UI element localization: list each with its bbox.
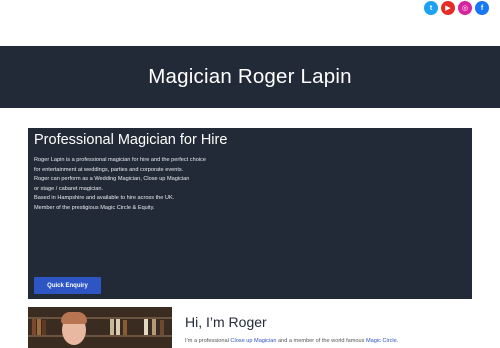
instagram-icon[interactable]: ◎ bbox=[458, 1, 472, 15]
hero-panel: Professional Magician for Hire Roger Lap… bbox=[28, 128, 472, 299]
book-decoration bbox=[37, 319, 41, 335]
hero-line: Based in Hampshire and available to hire… bbox=[34, 195, 175, 202]
person-hair bbox=[61, 312, 87, 324]
book-decoration bbox=[116, 319, 120, 335]
intro-text: I’m a professional Close up Magician and… bbox=[185, 338, 398, 344]
site-title[interactable]: Magician Roger Lapin bbox=[148, 65, 351, 89]
intro-text-middle: and a member of the world famous bbox=[276, 338, 366, 344]
book-decoration bbox=[32, 319, 36, 335]
intro-text-end: . bbox=[396, 338, 399, 344]
book-decoration bbox=[152, 319, 156, 335]
hero-description: Roger Lapin is a professional magician f… bbox=[34, 156, 206, 214]
hero-line: Roger can perform as a Wedding Magician,… bbox=[34, 176, 190, 183]
hero-line: Member of the prestigious Magic Circle &… bbox=[34, 204, 155, 211]
book-decoration bbox=[160, 320, 164, 335]
hero-line: or stage / cabaret magician. bbox=[34, 185, 104, 192]
book-decoration bbox=[42, 320, 46, 335]
twitter-icon[interactable]: t bbox=[424, 1, 438, 15]
intro-title: Hi, I’m Roger bbox=[185, 314, 267, 330]
bookshelf-decoration bbox=[28, 317, 172, 319]
close-up-magician-link[interactable]: Close up Magician bbox=[230, 338, 276, 344]
site-header: Magician Roger Lapin bbox=[0, 46, 500, 108]
hero-title: Professional Magician for Hire bbox=[34, 132, 228, 148]
bookshelf-decoration bbox=[28, 335, 172, 337]
book-decoration bbox=[123, 320, 127, 335]
quick-enquiry-button[interactable]: Quick Enquiry bbox=[34, 277, 101, 294]
hero-line: Roger Lapin is a professional magician f… bbox=[34, 157, 206, 163]
youtube-icon[interactable]: ▶ bbox=[441, 1, 455, 15]
magic-circle-link[interactable]: Magic Circle bbox=[366, 338, 397, 344]
book-decoration bbox=[144, 319, 148, 335]
intro-text-start: I’m a professional bbox=[185, 338, 231, 344]
hero-line: for entertainment at weddings, parties a… bbox=[34, 166, 184, 173]
roger-photo bbox=[28, 307, 172, 348]
book-decoration bbox=[110, 319, 114, 335]
facebook-icon[interactable]: f bbox=[475, 1, 489, 15]
social-icons: t ▶ ◎ f bbox=[424, 1, 489, 15]
